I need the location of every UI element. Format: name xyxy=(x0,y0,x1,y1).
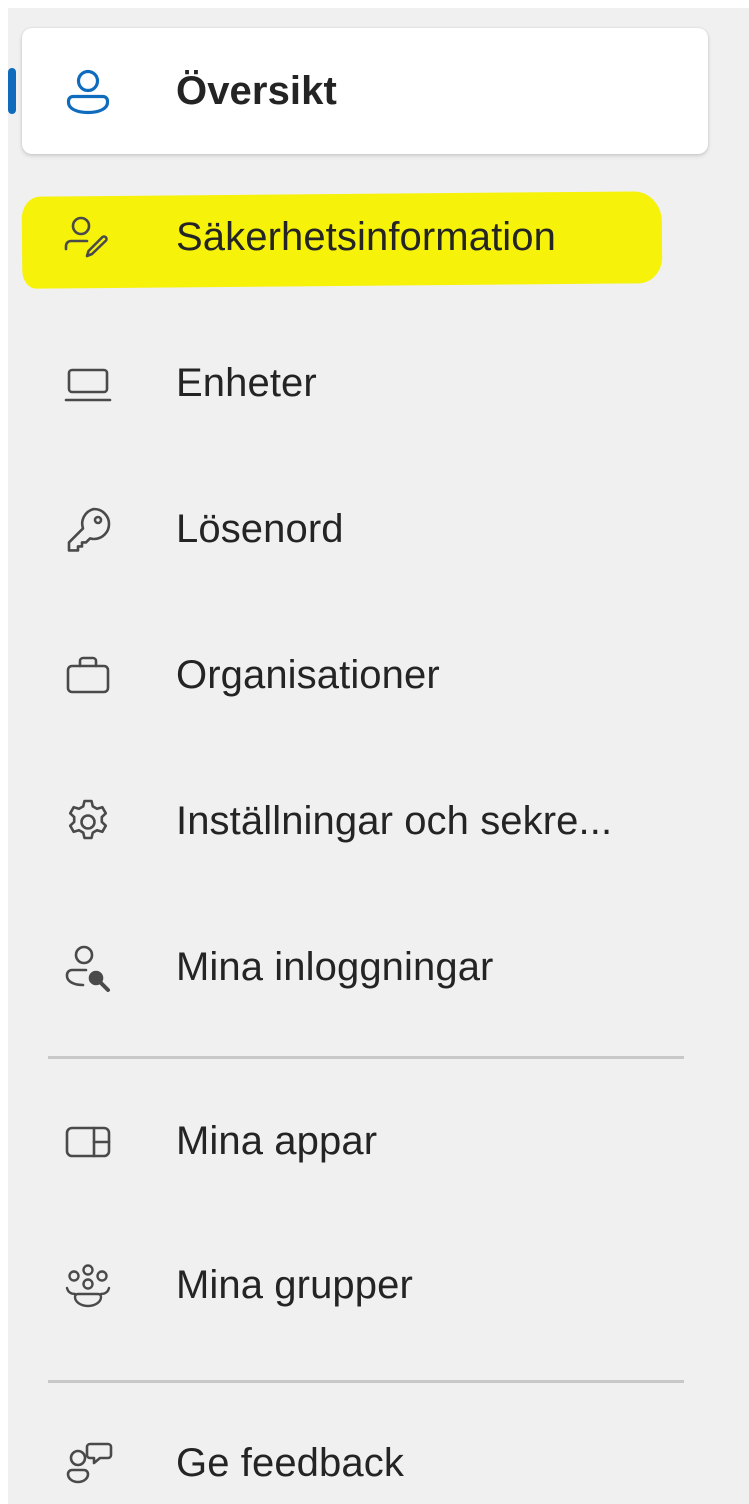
divider xyxy=(48,1380,684,1383)
laptop-icon xyxy=(64,360,112,408)
nav-item-mina-inloggningar[interactable]: Mina inloggningar xyxy=(22,904,708,1030)
nav-item-mina-grupper[interactable]: Mina grupper xyxy=(22,1222,708,1348)
page: Översikt Säkerhetsinformation Enheter Lö… xyxy=(0,0,749,1504)
key-icon xyxy=(64,506,112,554)
nav-item-label: Ge feedback xyxy=(176,1440,404,1485)
nav-item-label: Mina inloggningar xyxy=(176,944,494,989)
apps-icon xyxy=(64,1118,112,1166)
nav-item-label: Enheter xyxy=(176,360,317,405)
nav-item-ge-feedback[interactable]: Ge feedback xyxy=(22,1400,708,1504)
nav-item-oversikt[interactable]: Översikt xyxy=(8,28,708,154)
side-navigation: Översikt Säkerhetsinformation Enheter Lö… xyxy=(8,8,749,1504)
nav-item-label: Mina appar xyxy=(176,1118,378,1163)
gear-icon xyxy=(64,798,112,846)
person-key-icon xyxy=(64,944,112,992)
nav-item-label: Säkerhetsinformation xyxy=(176,214,556,259)
nav-item-sakerhetsinformation[interactable]: Säkerhetsinformation xyxy=(22,174,708,300)
nav-item-label: Mina grupper xyxy=(176,1262,413,1307)
nav-item-losenord[interactable]: Lösenord xyxy=(22,466,708,592)
nav-item-organisationer[interactable]: Organisationer xyxy=(22,612,708,738)
nav-item-installningar[interactable]: Inställningar och sekre... xyxy=(22,758,708,884)
person-feedback-icon xyxy=(64,1440,113,1488)
person-icon xyxy=(64,68,112,116)
briefcase-icon xyxy=(64,652,112,700)
person-edit-icon xyxy=(64,214,112,262)
nav-item-label: Inställningar och sekre... xyxy=(176,798,613,843)
nav-item-label: Lösenord xyxy=(176,506,344,551)
nav-item-label: Organisationer xyxy=(176,652,440,697)
people-community-icon xyxy=(64,1262,112,1310)
divider xyxy=(48,1056,684,1059)
nav-item-mina-appar[interactable]: Mina appar xyxy=(22,1078,708,1204)
nav-item-label: Översikt xyxy=(176,68,337,113)
nav-item-enheter[interactable]: Enheter xyxy=(22,320,708,446)
selected-indicator xyxy=(8,68,16,114)
